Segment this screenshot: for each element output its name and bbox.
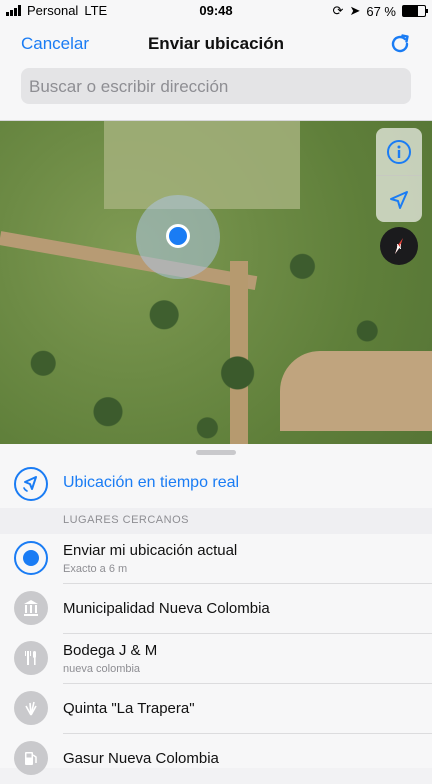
fork-knife-icon bbox=[14, 641, 48, 675]
places-sheet: Ubicación en tiempo real LUGARES CERCANO… bbox=[0, 444, 432, 775]
location-services-icon: ➤ bbox=[349, 3, 361, 18]
search-box[interactable] bbox=[21, 68, 411, 106]
svg-text:N: N bbox=[396, 244, 401, 251]
rotation-lock-icon: ⟳ bbox=[332, 3, 344, 18]
status-right: ⟳ ➤ 67 % bbox=[332, 3, 428, 19]
realtime-label: Ubicación en tiempo real bbox=[63, 474, 240, 491]
place-title: Gasur Nueva Colombia bbox=[63, 750, 219, 767]
compass-button[interactable]: N bbox=[380, 227, 418, 265]
place-subtitle: Exacto a 6 m bbox=[63, 563, 128, 575]
status-bar: Personal LTE 09:48 ⟳ ➤ 67 % bbox=[0, 0, 432, 22]
building-icon bbox=[14, 591, 48, 625]
grass-icon bbox=[14, 691, 48, 725]
page-title: Enviar ubicación bbox=[147, 34, 285, 53]
realtime-location-row[interactable]: Ubicación en tiempo real bbox=[0, 460, 432, 510]
current-location-icon bbox=[14, 541, 48, 575]
compass-icon: N bbox=[395, 238, 403, 254]
section-header: LUGARES CERCANOS bbox=[0, 508, 432, 534]
nav-bar: Cancelar Enviar ubicación bbox=[0, 22, 432, 121]
refresh-icon[interactable] bbox=[388, 32, 412, 56]
info-button[interactable] bbox=[376, 128, 422, 175]
live-location-icon bbox=[14, 467, 48, 501]
section-header-label: LUGARES CERCANOS bbox=[63, 514, 189, 526]
place-row-quinta[interactable]: Quinta "La Trapera" bbox=[0, 684, 432, 734]
gas-pump-icon bbox=[14, 741, 48, 775]
map-controls bbox=[376, 128, 422, 222]
battery-percent: 67 % bbox=[366, 3, 396, 19]
place-title: Municipalidad Nueva Colombia bbox=[63, 600, 270, 617]
place-row-current-location[interactable]: Enviar mi ubicación actual Exacto a 6 m bbox=[0, 534, 432, 584]
map-view[interactable]: N bbox=[0, 121, 432, 444]
sheet-grabber[interactable] bbox=[196, 450, 236, 455]
place-row-gasur[interactable]: Gasur Nueva Colombia bbox=[0, 734, 432, 784]
place-subtitle: nueva colombia bbox=[63, 663, 141, 675]
location-arrow-icon bbox=[390, 190, 408, 209]
search-input[interactable] bbox=[21, 68, 391, 106]
info-icon bbox=[387, 139, 411, 164]
place-title: Enviar mi ubicación actual bbox=[63, 542, 238, 559]
place-title: Bodega J & M bbox=[63, 642, 158, 659]
place-title: Quinta "La Trapera" bbox=[63, 700, 195, 717]
track-location-button[interactable] bbox=[376, 176, 422, 223]
map-trees bbox=[0, 121, 432, 444]
place-row-municipalidad[interactable]: Municipalidad Nueva Colombia bbox=[0, 584, 432, 634]
battery-icon bbox=[402, 5, 428, 17]
place-row-bodega[interactable]: Bodega J & M nueva colombia bbox=[0, 634, 432, 684]
user-location-dot[interactable] bbox=[166, 224, 190, 248]
